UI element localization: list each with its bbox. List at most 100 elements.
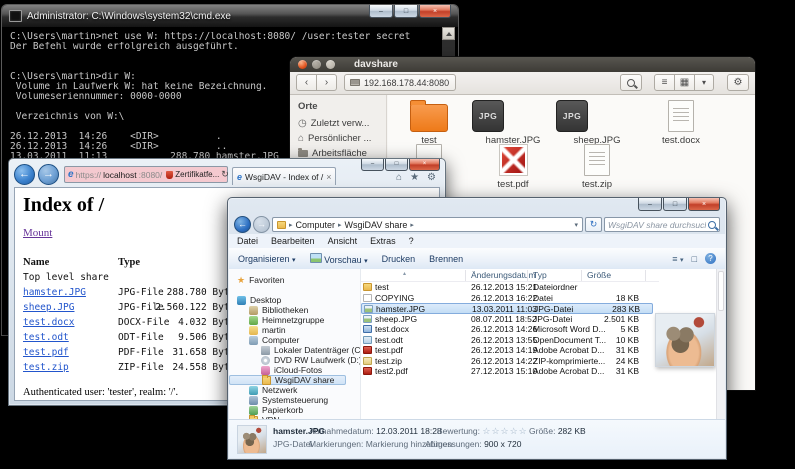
file-row[interactable]: sheep.JPG08.07.2011 18:52 JPG-Datei2.501… (361, 314, 659, 325)
gear-icon[interactable]: ⚙ (427, 172, 436, 183)
clock-icon: ◷ (298, 119, 307, 129)
column-type[interactable]: Typ (533, 270, 547, 280)
file-link[interactable]: hamster.JPG (23, 285, 86, 300)
star-icon: ★ (237, 276, 245, 285)
tree-item-drive-c[interactable]: Lokaler Datenträger (C:) (229, 345, 360, 355)
sidebar-item-home[interactable]: ⌂ Persönlicher ... (290, 131, 386, 146)
menu-help[interactable]: ? (409, 236, 414, 246)
tree-item-libraries[interactable]: Bibliotheken (229, 305, 360, 315)
tree-item-wsgidav-share[interactable]: WsgiDAV share (229, 375, 346, 385)
nautilus-titlebar[interactable]: davshare (290, 57, 755, 72)
tree-item-control-panel[interactable]: Systemsteuerung (229, 395, 360, 405)
maximize-button[interactable]: □ (663, 198, 687, 211)
scrollbar[interactable] (716, 269, 725, 420)
list-view-button[interactable]: ≡ (654, 74, 675, 91)
scroll-up-icon[interactable] (442, 27, 455, 40)
print-button[interactable]: Drucken (382, 254, 416, 264)
forward-button[interactable]: → (38, 164, 59, 185)
recycle-bin-icon (249, 406, 258, 415)
minimize-button[interactable] (312, 60, 321, 69)
refresh-button[interactable]: ↻ (585, 217, 602, 232)
file-row[interactable]: test.pdf26.12.2013 14:19 Adobe Acrobat D… (361, 345, 659, 356)
file-row[interactable]: test.odt26.12.2013 13:55 OpenDocument T.… (361, 335, 659, 346)
file-item[interactable]: test.docx (640, 97, 722, 146)
back-button[interactable]: ← (234, 216, 251, 233)
grid-view-button[interactable]: ▦ (674, 74, 695, 91)
back-button[interactable]: ← (14, 164, 35, 185)
refresh-icon[interactable]: ↻ (221, 169, 229, 180)
favorites-star-icon[interactable]: ★ (410, 172, 419, 183)
preview-pane-button[interactable]: □ (692, 254, 697, 264)
search-box[interactable] (604, 217, 720, 232)
address-bar[interactable]: e https://localhost:8080/ Zertifikatfe..… (64, 166, 228, 183)
file-item[interactable]: test.pdf (472, 141, 554, 190)
close-button[interactable] (298, 60, 307, 69)
file-item[interactable]: test.zip (556, 141, 638, 190)
file-item[interactable]: JPG hamster.JPG (472, 97, 554, 146)
tree-item-homegroup[interactable]: Heimnetzgruppe (229, 315, 360, 325)
search-icon (708, 221, 716, 229)
views-button[interactable]: ≡ ▾ (672, 254, 683, 264)
file-link[interactable]: test.pdf (23, 345, 69, 360)
preview-pane (659, 269, 725, 420)
breadcrumb[interactable]: ▸ Computer ▸ WsgiDAV share ▸ ▾ (272, 217, 583, 232)
forward-button[interactable]: → (253, 216, 270, 233)
home-icon[interactable]: ⌂ (396, 172, 402, 183)
tree-item-computer[interactable]: Computer (229, 335, 360, 345)
file-link[interactable]: sheep.JPG (23, 300, 74, 315)
breadcrumb-current[interactable]: WsgiDAV share (345, 220, 408, 230)
burn-button[interactable]: Brennen (429, 254, 463, 264)
file-row[interactable]: test.docx26.12.2013 14:26 Microsoft Word… (361, 324, 659, 335)
file-item[interactable]: test (388, 97, 470, 146)
image-file-icon (363, 315, 372, 323)
minimize-button[interactable]: – (369, 5, 393, 18)
search-button[interactable] (620, 74, 642, 91)
folder-icon (277, 221, 286, 229)
tree-item-recycle-bin[interactable]: Papierkorb (229, 405, 360, 415)
menu-edit[interactable]: Bearbeiten (271, 236, 315, 246)
address-dropdown-icon[interactable]: ▾ (574, 221, 578, 229)
maximize-button[interactable]: □ (394, 5, 418, 18)
forward-button[interactable]: › (316, 74, 337, 91)
menu-extras[interactable]: Extras (370, 236, 396, 246)
organize-button[interactable]: Organisieren ▾ (238, 254, 296, 264)
menu-file[interactable]: Datei (237, 236, 258, 246)
search-input[interactable] (608, 220, 706, 230)
sidebar-item-recent[interactable]: ◷ Zuletzt verw... (290, 116, 386, 131)
certificate-error-button[interactable]: Zertifikatfe... (175, 170, 219, 179)
mount-link[interactable]: Mount (23, 227, 52, 239)
close-button[interactable]: × (419, 5, 451, 18)
tree-item-dvd[interactable]: DVD RW Laufwerk (D:) (229, 355, 360, 365)
help-icon[interactable]: ? (705, 253, 716, 264)
tree-item-favorites[interactable]: ★Favoriten (229, 275, 360, 285)
settings-button[interactable]: ⚙ (727, 74, 749, 91)
tree-item-icloud[interactable]: iCloud-Fotos (229, 365, 360, 375)
explorer-window[interactable]: – □ × ← → ▸ Computer ▸ WsgiDAV share ▸ ▾… (227, 197, 727, 460)
back-button[interactable]: ‹ (296, 74, 317, 91)
view-options-button[interactable]: ▾ (694, 74, 714, 91)
file-item[interactable]: JPG sheep.JPG (556, 97, 638, 146)
browser-tab[interactable]: e WsgiDAV - Index of / × (232, 167, 336, 185)
file-link[interactable]: test.docx (23, 315, 74, 330)
file-row-selected[interactable]: hamster.JPG13.03.2011 11:03 JPG-Datei283… (361, 303, 653, 314)
tree-item-desktop[interactable]: Desktop (229, 295, 360, 305)
file-row[interactable]: test2.pdf27.12.2013 15:10 Adobe Acrobat … (361, 366, 659, 377)
minimize-button[interactable]: – (638, 198, 662, 211)
maximize-button[interactable] (326, 60, 335, 69)
breadcrumb-computer[interactable]: Computer (296, 220, 336, 230)
rating-stars[interactable]: ☆☆☆☆☆ (482, 426, 527, 436)
location-button[interactable]: 192.168.178.44:8080 (344, 74, 456, 91)
preview-button[interactable]: Vorschau ▾ (310, 253, 368, 265)
file-row[interactable]: COPYING26.12.2013 16:22 Datei18 KB (361, 293, 659, 304)
close-button[interactable]: × (688, 198, 720, 211)
file-link[interactable]: test.odt (23, 330, 69, 345)
menu-view[interactable]: Ansicht (328, 236, 358, 246)
tab-close-icon[interactable]: × (326, 172, 331, 182)
network-share-icon (350, 79, 360, 86)
tree-item-user[interactable]: martin (229, 325, 360, 335)
file-row[interactable]: test26.12.2013 15:21 Dateiordner (361, 282, 659, 293)
file-row[interactable]: test.zip26.12.2013 14:22 ZIP-komprimiert… (361, 356, 659, 367)
tree-item-network[interactable]: Netzwerk (229, 385, 360, 395)
column-size[interactable]: Größe (587, 270, 611, 280)
file-link[interactable]: test.zip (23, 360, 69, 375)
